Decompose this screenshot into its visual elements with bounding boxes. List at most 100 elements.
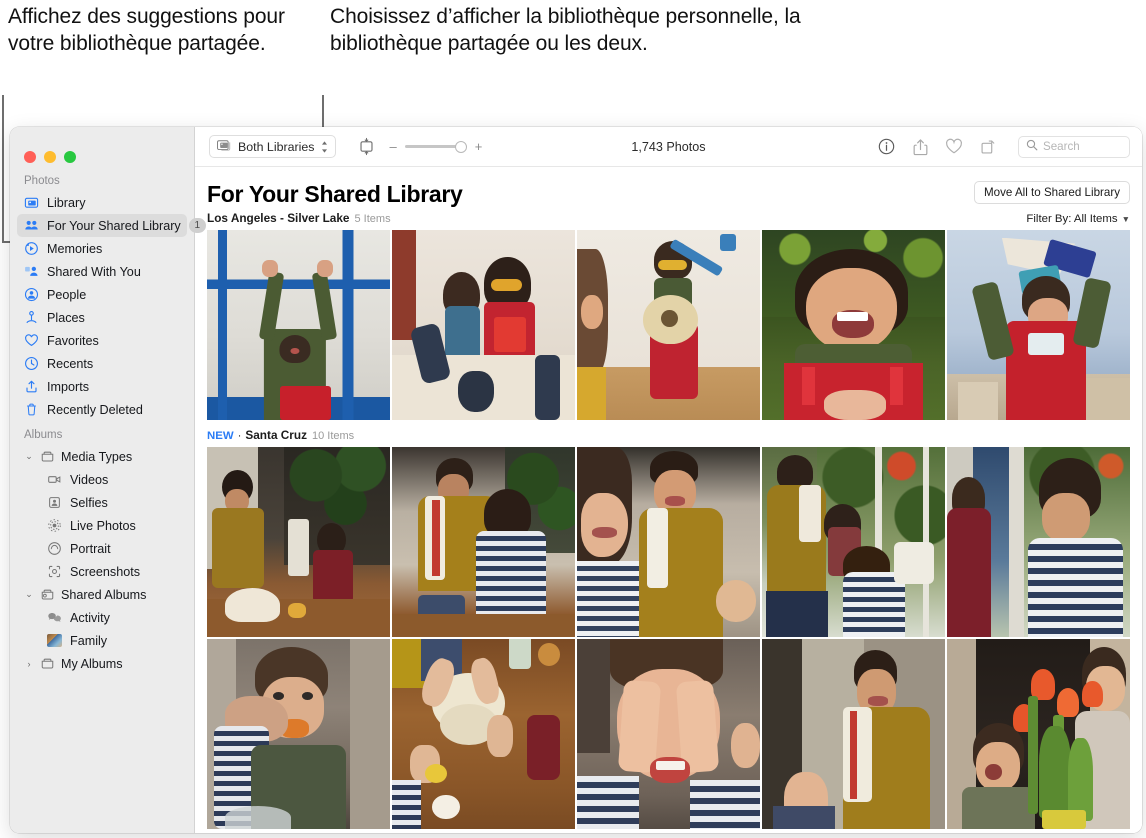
folder-icon [40, 656, 55, 671]
zoom-slider[interactable] [404, 140, 467, 154]
sidebar-item-library[interactable]: Library [17, 191, 187, 214]
callout-leader-line-left [2, 95, 4, 243]
photo-mother-smiling[interactable] [577, 447, 760, 637]
sidebar-item-for-your-shared-library[interactable]: For Your Shared Library 1 [17, 214, 206, 237]
sidebar-item-memories[interactable]: Memories [17, 237, 187, 260]
library-picker-label: Both Libraries [238, 139, 315, 154]
sidebar-item-label: Recents [47, 356, 94, 371]
photo-dough-hands[interactable] [392, 639, 575, 829]
sidebar-item-label: Screenshots [70, 564, 141, 579]
import-icon [24, 379, 39, 394]
folder-icon [40, 449, 55, 464]
photo-grid-row [195, 230, 1142, 420]
rotate-icon[interactable] [979, 138, 997, 156]
photo-kid-garden[interactable] [762, 230, 945, 420]
sidebar-item-label: Videos [70, 472, 109, 487]
photo-browser: For Your Shared Library Move All to Shar… [195, 167, 1142, 833]
sidebar-item-shared-with-you[interactable]: Shared With You [17, 260, 187, 283]
photo-kid-megaphone[interactable] [947, 230, 1130, 420]
sidebar-item-media-types[interactable]: ⌄ Media Types [17, 445, 187, 468]
sidebar-item-label: Selfies [70, 495, 108, 510]
page-header: For Your Shared Library Move All to Shar… [195, 167, 1142, 207]
library-picker-button[interactable]: Both Libraries [209, 135, 337, 158]
favorite-icon[interactable] [945, 138, 963, 156]
video-icon [47, 472, 62, 487]
photo-grid-row [195, 447, 1142, 637]
chevron-down-icon[interactable]: ⌄ [24, 589, 34, 600]
screenshot-root: Affichez des suggestions pour votre bibl… [0, 0, 1146, 838]
photo-boy-eating[interactable] [207, 639, 390, 829]
sidebar-item-selfies[interactable]: Selfies [17, 491, 187, 514]
photo-two-boys-window[interactable] [947, 447, 1130, 637]
sidebar-item-shared-albums[interactable]: ⌄ Shared Albums [17, 583, 187, 606]
people-icon [24, 287, 39, 302]
sidebar-section-albums-header: Albums [24, 429, 63, 441]
sidebar-item-places[interactable]: Places [17, 306, 187, 329]
chevron-down-icon[interactable]: ⌄ [24, 451, 34, 462]
photo-two-kids-bed[interactable] [392, 230, 575, 420]
maximize-button[interactable] [64, 150, 76, 163]
sidebar-item-live-photos[interactable]: Live Photos [17, 514, 187, 537]
close-button[interactable] [24, 150, 36, 163]
section-title: Los Angeles - Silver Lake [207, 211, 350, 225]
sidebar-item-label: Portrait [70, 541, 111, 556]
photo-count-label: 1,743 Photos [631, 139, 706, 154]
sidebar-item-label: For Your Shared Library [47, 218, 181, 233]
search-input[interactable] [1043, 140, 1122, 153]
activity-icon [47, 610, 62, 625]
photo-mother-child-bake[interactable] [392, 447, 575, 637]
photo-family-window[interactable] [762, 447, 945, 637]
photo-mother-towel[interactable] [762, 639, 945, 829]
photos-app-window: Photos Library For Your Shared Library 1 [10, 127, 1142, 833]
sidebar-item-recents[interactable]: Recents [17, 352, 187, 375]
shared-library-icon [24, 218, 39, 233]
zoom-in-label[interactable]: + [475, 140, 483, 153]
section-item-count: 10 Items [312, 430, 355, 442]
screenshot-icon [47, 564, 62, 579]
section-header-santa-cruz: NEW · Santa Cruz 10 Items [195, 420, 1142, 447]
search-box[interactable] [1018, 135, 1130, 158]
zoom-slider-knob[interactable] [454, 140, 467, 153]
photo-floury-face[interactable] [577, 639, 760, 829]
share-icon[interactable] [911, 138, 929, 156]
clock-icon [24, 356, 39, 371]
sidebar-item-screenshots[interactable]: Screenshots [17, 560, 187, 583]
sidebar-item-family[interactable]: Family [17, 629, 187, 652]
move-all-to-shared-library-button[interactable]: Move All to Shared Library [974, 181, 1130, 204]
sidebar-item-label: Places [47, 310, 85, 325]
aspect-ratio-icon[interactable] [358, 137, 375, 156]
new-badge: NEW [207, 430, 234, 442]
sidebar-item-recently-deleted[interactable]: Recently Deleted [17, 398, 187, 421]
selfie-icon [47, 495, 62, 510]
chevron-updown-icon[interactable] [320, 140, 329, 154]
photo-tulips-baby[interactable] [947, 639, 1130, 829]
photo-kid-guitar[interactable] [577, 230, 760, 420]
sidebar-item-label: Activity [70, 610, 110, 625]
sidebar-item-imports[interactable]: Imports [17, 375, 187, 398]
sidebar-item-activity[interactable]: Activity [17, 606, 187, 629]
filter-by-button[interactable]: Filter By: All Items ▼ [1026, 213, 1130, 225]
sidebar-item-label: My Albums [61, 656, 123, 671]
sidebar-item-people[interactable]: People [17, 283, 187, 306]
places-icon [26, 311, 37, 324]
info-icon[interactable] [877, 138, 895, 156]
heart-icon [24, 333, 39, 348]
photo-kitchen-plants[interactable] [207, 447, 390, 637]
zoom-out-label[interactable]: – [389, 140, 396, 153]
shared-with-you-icon [24, 264, 39, 279]
chevron-right-icon[interactable]: › [24, 659, 34, 669]
sidebar-item-portrait[interactable]: Portrait [17, 537, 187, 560]
photo-grid-row [195, 639, 1142, 829]
sidebar-item-label: Live Photos [70, 518, 136, 533]
minimize-button[interactable] [44, 150, 56, 163]
sidebar-item-favorites[interactable]: Favorites [17, 329, 187, 352]
content-area: Both Libraries – + 1,743 Photos Search F… [195, 127, 1142, 833]
section-title: Santa Cruz [245, 428, 307, 442]
sidebar-item-label: Shared With You [47, 264, 141, 279]
sidebar-item-videos[interactable]: Videos [17, 468, 187, 491]
sidebar-item-label: People [47, 287, 87, 302]
sidebar-item-my-albums[interactable]: › My Albums [17, 652, 187, 675]
toolbar-right-group [877, 135, 1130, 158]
zoom-slider-group[interactable]: – + [389, 140, 482, 154]
photo-child-window[interactable] [207, 230, 390, 420]
